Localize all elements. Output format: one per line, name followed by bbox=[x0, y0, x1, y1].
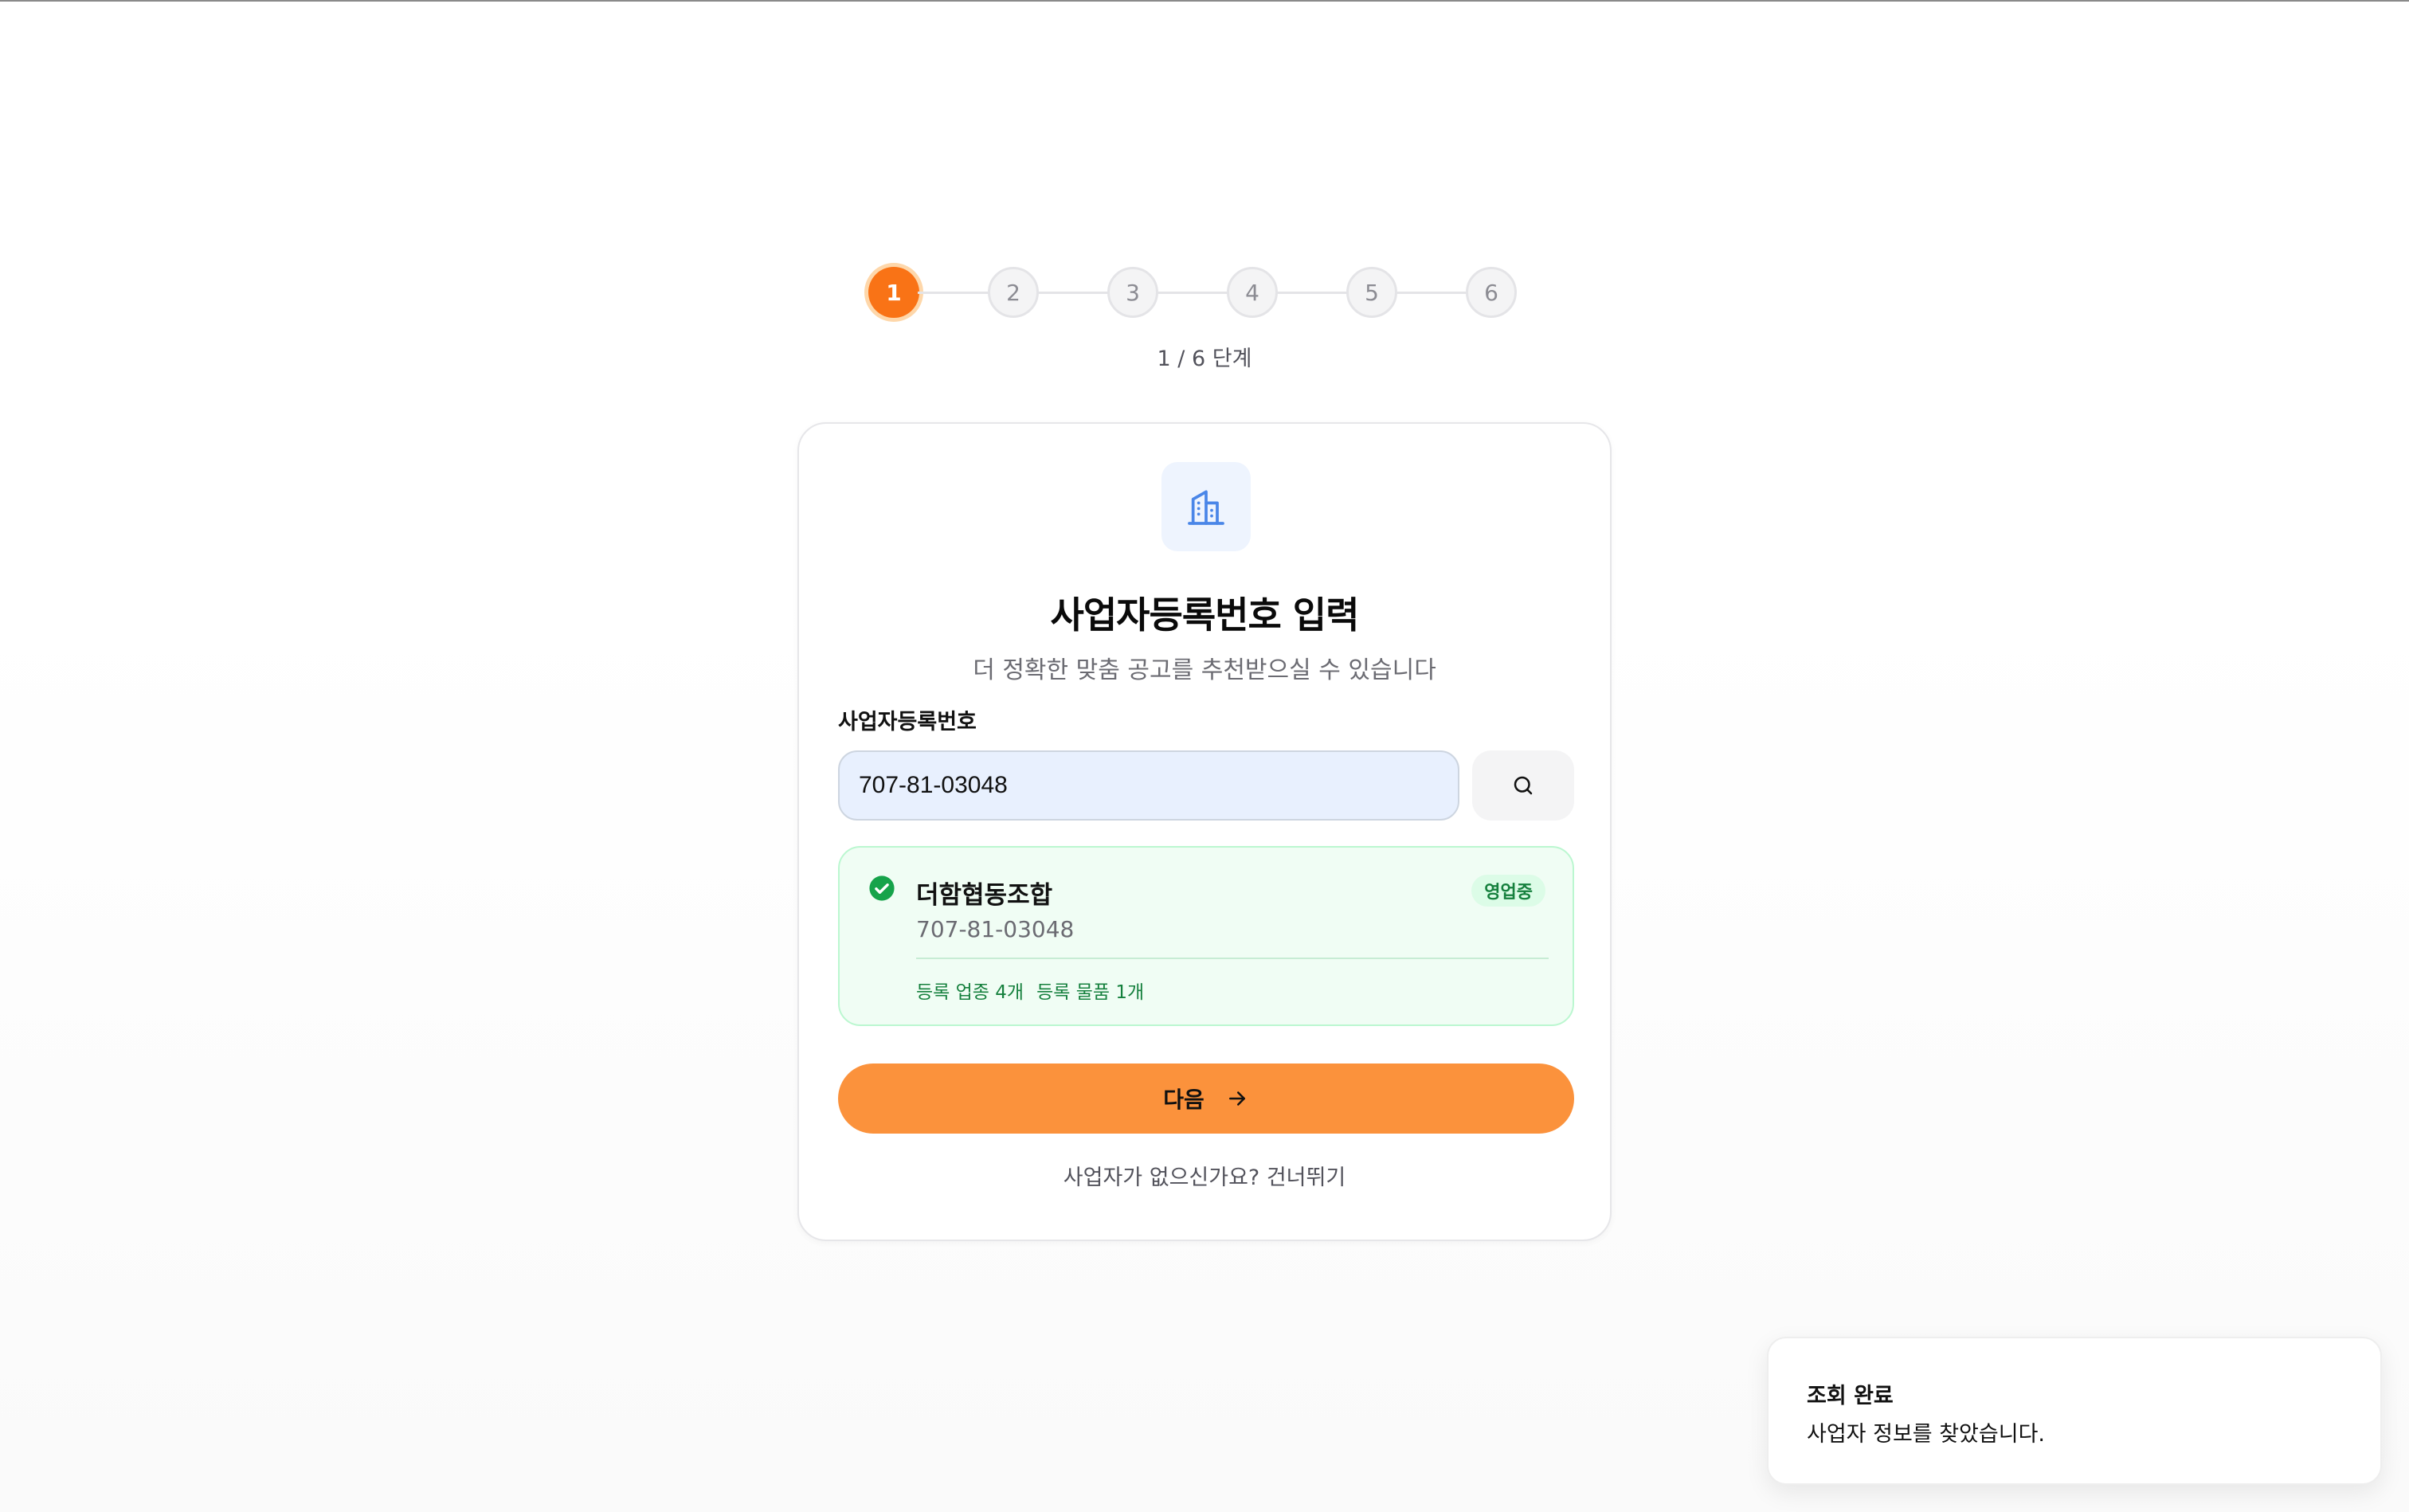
result-business-number: 707-81-03048 bbox=[916, 916, 1075, 942]
skip-link[interactable]: 사업자가 없으신가요? 건너뛰기 bbox=[799, 1160, 1610, 1191]
business-lookup-result: 더함협동조합 영업중 707-81-03048 등록 업종 4개 등록 물품 1… bbox=[838, 846, 1574, 1026]
page-title: 사업자등록번호 입력 bbox=[1050, 593, 1360, 637]
business-number-card: 사업자등록번호 입력 더 정확한 맞춤 공고를 추천받으실 수 있습니다 사업자… bbox=[797, 422, 1612, 1241]
status-badge: 영업중 bbox=[1471, 875, 1545, 907]
step-progress-text: 1 / 6 단계 bbox=[1157, 347, 1252, 371]
building-icon bbox=[1161, 462, 1251, 551]
page-subtitle: 더 정확한 맞춤 공고를 추천받으실 수 있습니다 bbox=[973, 656, 1436, 684]
toast-title: 조회 완료 bbox=[1807, 1384, 1894, 1408]
step-6: 6 bbox=[1466, 267, 1517, 318]
next-button-label: 다음 bbox=[1163, 1087, 1204, 1113]
search-icon bbox=[1514, 776, 1533, 795]
step-4: 4 bbox=[1227, 267, 1278, 318]
check-circle-icon bbox=[869, 875, 895, 901]
industry-count: 등록 업종 4개 bbox=[916, 982, 1024, 1003]
step-connector bbox=[1396, 291, 1467, 294]
step-connector bbox=[918, 291, 989, 294]
business-number-input[interactable] bbox=[838, 750, 1459, 821]
step-3: 3 bbox=[1107, 267, 1158, 318]
business-number-label: 사업자등록번호 bbox=[838, 710, 977, 734]
toast-message: 사업자 정보를 찾았습니다. bbox=[1807, 1422, 2045, 1447]
step-indicator: 1 2 3 4 5 6 bbox=[868, 267, 1517, 318]
arrow-right-icon bbox=[1228, 1091, 1245, 1106]
product-count: 등록 물품 1개 bbox=[1036, 982, 1145, 1003]
step-connector bbox=[1037, 291, 1109, 294]
toast-notification: 조회 완료 사업자 정보를 찾았습니다. bbox=[1767, 1337, 2382, 1485]
step-5: 5 bbox=[1346, 267, 1397, 318]
step-2: 2 bbox=[988, 267, 1039, 318]
window-top-border bbox=[0, 0, 2409, 2]
step-1: 1 bbox=[868, 267, 919, 318]
next-button[interactable]: 다음 bbox=[838, 1063, 1574, 1134]
step-connector bbox=[1276, 291, 1348, 294]
search-button[interactable] bbox=[1472, 750, 1574, 821]
step-connector bbox=[1157, 291, 1228, 294]
company-name: 더함협동조합 bbox=[916, 881, 1053, 910]
result-stats: 등록 업종 4개 등록 물품 1개 bbox=[916, 977, 1144, 1004]
result-divider bbox=[916, 958, 1549, 959]
